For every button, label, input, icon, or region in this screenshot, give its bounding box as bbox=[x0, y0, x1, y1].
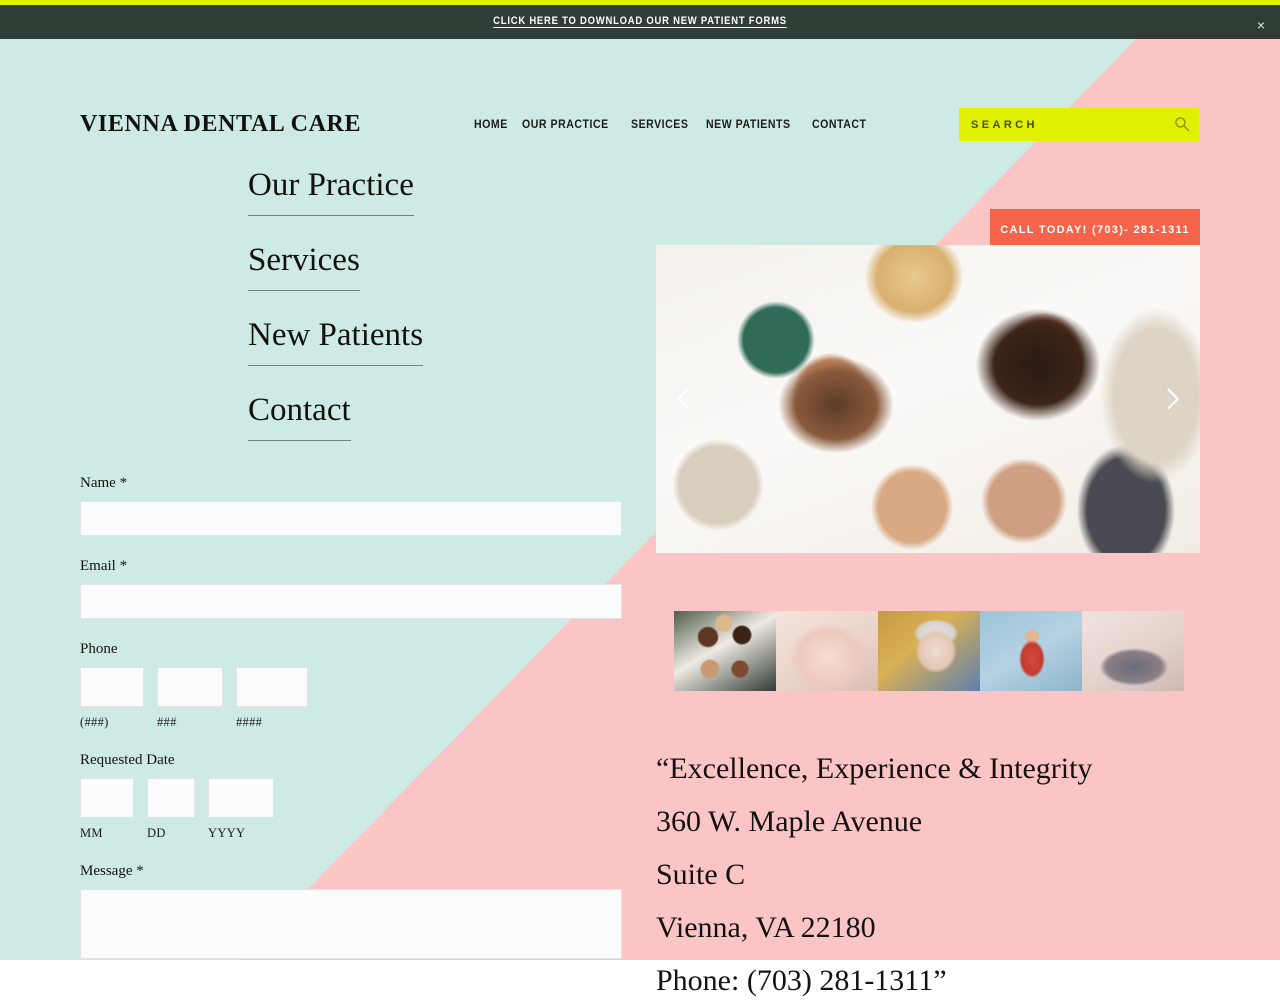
search-box[interactable] bbox=[959, 108, 1199, 141]
requested-date-label: Requested Date bbox=[80, 752, 175, 768]
phone-line-input[interactable] bbox=[236, 667, 308, 707]
top-navigation: HOME OUR PRACTICE SERVICES NEW PATIENTS … bbox=[474, 117, 874, 131]
quote-line-3: Suite C bbox=[656, 858, 746, 891]
date-year-sublabel: YYYY bbox=[208, 826, 246, 840]
big-link-contact[interactable]: Contact bbox=[248, 394, 351, 441]
quote-line-5: Phone: (703) 281-1311” bbox=[656, 964, 947, 997]
contact-form: Name * Email * Phone (###) ### #### Requ… bbox=[80, 475, 622, 986]
carousel-thumbnail[interactable] bbox=[674, 611, 776, 691]
search-input[interactable] bbox=[959, 108, 1159, 141]
nav-item-home[interactable]: HOME bbox=[474, 117, 508, 131]
chevron-left-icon[interactable] bbox=[670, 385, 698, 413]
requested-date-field-group: Requested Date MM DD YYYY bbox=[80, 752, 622, 841]
carousel-thumbnail[interactable] bbox=[980, 611, 1082, 691]
close-icon[interactable]: × bbox=[1252, 16, 1270, 34]
message-field-group: Message * bbox=[80, 863, 622, 964]
phone-line-sublabel: #### bbox=[236, 715, 263, 729]
name-label: Name * bbox=[80, 475, 128, 491]
phone-area-sublabel: (###) bbox=[80, 715, 109, 729]
name-field-group: Name * bbox=[80, 475, 622, 536]
big-link-services[interactable]: Services bbox=[248, 244, 360, 291]
date-month-sublabel: MM bbox=[80, 826, 103, 840]
page-content: VIENNA DENTAL CARE HOME OUR PRACTICE SER… bbox=[0, 39, 1280, 997]
search-icon[interactable] bbox=[1174, 116, 1190, 132]
announcement-bar: CLICK HERE TO DOWNLOAD OUR NEW PATIENT F… bbox=[0, 0, 1280, 39]
email-input[interactable] bbox=[80, 584, 622, 619]
big-link-our-practice[interactable]: Our Practice bbox=[248, 169, 414, 216]
nav-item-contact[interactable]: CONTACT bbox=[812, 117, 867, 131]
quote-line-2: 360 W. Maple Avenue bbox=[656, 805, 923, 838]
phone-prefix-cell: ### bbox=[157, 667, 223, 730]
image-carousel[interactable] bbox=[656, 245, 1200, 553]
phone-prefix-input[interactable] bbox=[157, 667, 223, 707]
carousel-thumbnail[interactable] bbox=[776, 611, 878, 691]
phone-area-cell: (###) bbox=[80, 667, 144, 730]
phone-prefix-sublabel: ### bbox=[157, 715, 177, 729]
date-month-cell: MM bbox=[80, 778, 134, 841]
message-textarea[interactable] bbox=[80, 889, 622, 959]
phone-field-group: Phone (###) ### #### bbox=[80, 641, 622, 730]
site-logo[interactable]: VIENNA DENTAL CARE bbox=[80, 111, 361, 138]
email-field-group: Email * bbox=[80, 558, 622, 619]
chevron-right-icon[interactable] bbox=[1158, 385, 1186, 413]
email-label: Email * bbox=[80, 558, 128, 574]
quote-line-4: Vienna, VA 22180 bbox=[656, 911, 876, 944]
carousel-hero-image bbox=[656, 245, 1200, 553]
carousel-thumbnail[interactable] bbox=[1082, 611, 1184, 691]
carousel-thumbnail[interactable] bbox=[878, 611, 980, 691]
date-day-cell: DD bbox=[147, 778, 195, 841]
call-today-button[interactable]: CALL TODAY! (703)- 281-1311 bbox=[990, 209, 1200, 250]
date-day-input[interactable] bbox=[147, 778, 195, 818]
big-link-new-patients[interactable]: New Patients bbox=[248, 319, 424, 366]
phone-line-cell: #### bbox=[236, 667, 308, 730]
date-day-sublabel: DD bbox=[147, 826, 166, 840]
requested-date-inputs-row: MM DD YYYY bbox=[80, 778, 622, 841]
message-label: Message * bbox=[80, 863, 144, 879]
date-month-input[interactable] bbox=[80, 778, 134, 818]
date-year-cell: YYYY bbox=[208, 778, 274, 841]
phone-area-input[interactable] bbox=[80, 667, 144, 707]
primary-link-list: Our Practice Services New Patients Conta… bbox=[248, 169, 588, 469]
nav-item-new-patients[interactable]: NEW PATIENTS bbox=[706, 117, 791, 131]
date-year-input[interactable] bbox=[208, 778, 274, 818]
quote-line-1: “Excellence, Experience & Integrity bbox=[656, 752, 1093, 785]
phone-label: Phone bbox=[80, 641, 118, 657]
nav-item-our-practice[interactable]: OUR PRACTICE bbox=[522, 117, 609, 131]
patient-forms-download-link[interactable]: CLICK HERE TO DOWNLOAD OUR NEW PATIENT F… bbox=[90, 15, 1191, 27]
name-input[interactable] bbox=[80, 501, 622, 536]
carousel-thumbnail-strip bbox=[674, 611, 1184, 691]
nav-item-services[interactable]: SERVICES bbox=[631, 117, 688, 131]
practice-quote-address: “Excellence, Experience & Integrity 360 … bbox=[656, 742, 1196, 1007]
phone-inputs-row: (###) ### #### bbox=[80, 667, 622, 730]
